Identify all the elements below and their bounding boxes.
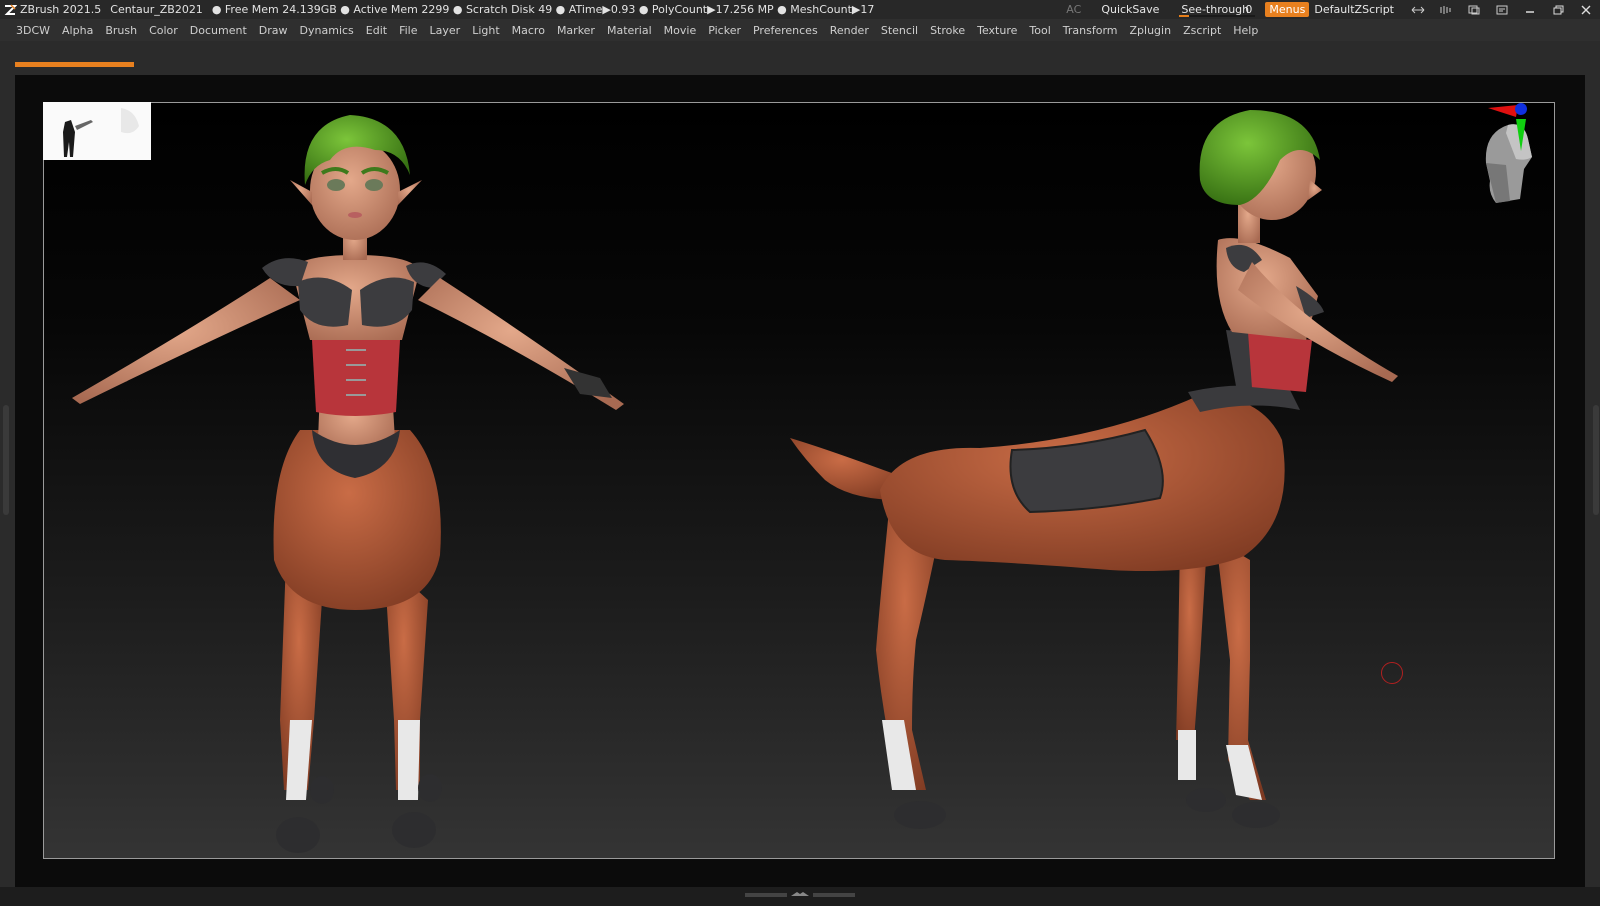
- navigator-silhouette-icon: [63, 108, 139, 157]
- bottom-tray-handle[interactable]: [745, 892, 855, 898]
- front-view-model[interactable]: [72, 115, 624, 853]
- navigator-thumbnail[interactable]: [43, 102, 151, 160]
- z-axis-icon: [1515, 103, 1527, 115]
- bottom-tray: [0, 887, 1600, 906]
- side-view-model[interactable]: [790, 110, 1398, 829]
- head-orientation-icon[interactable]: [1466, 103, 1556, 211]
- brush-cursor: [1381, 662, 1403, 684]
- x-axis-icon: [1488, 105, 1518, 117]
- centaur-model-views[interactable]: [0, 0, 1600, 906]
